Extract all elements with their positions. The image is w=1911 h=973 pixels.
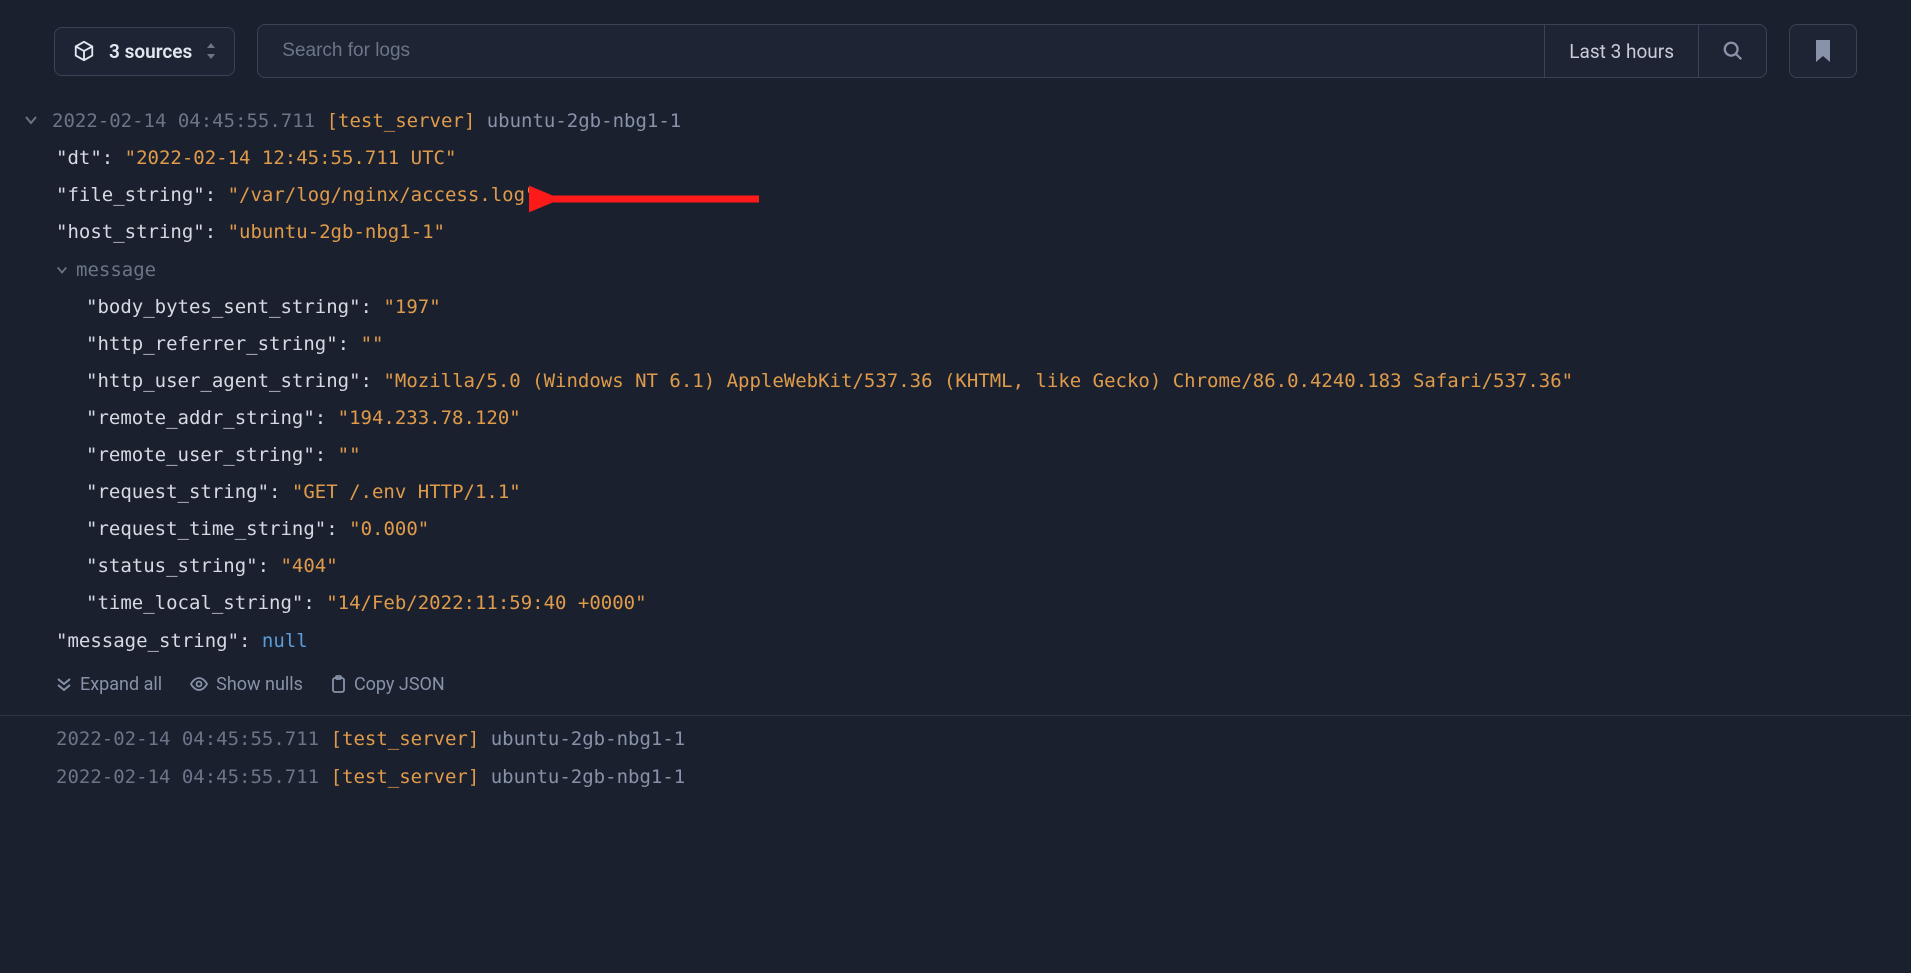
top-bar: 3 sources Last 3 hours xyxy=(0,0,1911,102)
bookmark-button[interactable] xyxy=(1789,24,1857,78)
field-remote-user[interactable]: "remote_user_string": "" xyxy=(86,437,1911,474)
field-status[interactable]: "status_string": "404" xyxy=(86,548,1911,585)
log-host: ubuntu-2gb-nbg1-1 xyxy=(491,728,685,750)
search-bar: Last 3 hours xyxy=(257,24,1767,78)
log-summary: 2022-02-14 04:45:55.711 [test_server] ub… xyxy=(56,724,685,754)
field-body-bytes[interactable]: "body_bytes_sent_string": "197" xyxy=(86,289,1911,326)
chevron-updown-icon xyxy=(206,43,216,59)
log-source: [test_server] xyxy=(331,766,480,788)
collapse-toggle[interactable] xyxy=(20,109,42,131)
log-host: ubuntu-2gb-nbg1-1 xyxy=(491,766,685,788)
log-source: [test_server] xyxy=(327,110,476,132)
message-toggle[interactable]: message xyxy=(56,252,156,289)
divider xyxy=(0,715,1911,716)
search-icon xyxy=(1722,40,1744,62)
expand-all-button[interactable]: Expand all xyxy=(56,674,162,695)
field-referrer[interactable]: "http_referrer_string": "" xyxy=(86,326,1911,363)
field-request-time[interactable]: "request_time_string": "0.000" xyxy=(86,511,1911,548)
field-user-agent[interactable]: "http_user_agent_string": "Mozilla/5.0 (… xyxy=(86,363,1911,400)
chevron-down-icon xyxy=(24,113,38,127)
field-time-local[interactable]: "time_local_string": "14/Feb/2022:11:59:… xyxy=(86,585,1911,622)
sources-selector[interactable]: 3 sources xyxy=(54,27,235,76)
time-range-selector[interactable]: Last 3 hours xyxy=(1544,25,1698,77)
eye-icon xyxy=(190,677,208,691)
field-remote-addr[interactable]: "remote_addr_string": "194.233.78.120" xyxy=(86,400,1911,437)
log-timestamp: 2022-02-14 04:45:55.711 xyxy=(56,766,319,788)
double-chevron-down-icon xyxy=(56,676,72,692)
log-row[interactable]: 2022-02-14 04:45:55.711 [test_server] ub… xyxy=(0,720,1911,758)
log-timestamp: 2022-02-14 04:45:55.711 xyxy=(52,110,315,132)
log-timestamp: 2022-02-14 04:45:55.711 xyxy=(56,728,319,750)
clipboard-icon xyxy=(331,675,346,693)
field-file-string[interactable]: "file_string": "/var/log/nginx/access.lo… xyxy=(56,177,1911,214)
search-input[interactable] xyxy=(258,40,1544,62)
message-nested: "body_bytes_sent_string": "197" "http_re… xyxy=(56,289,1911,622)
log-actions: Expand all Show nulls Copy JSON xyxy=(0,660,1911,709)
expanded-fields: "dt": "2022-02-14 12:45:55.711 UTC" "fil… xyxy=(0,140,1911,659)
log-source: [test_server] xyxy=(331,728,480,750)
bookmark-icon xyxy=(1814,40,1832,62)
field-message-group: message xyxy=(56,252,1911,290)
log-summary: 2022-02-14 04:45:55.711 [test_server] ub… xyxy=(56,762,685,792)
search-button[interactable] xyxy=(1698,25,1766,77)
copy-json-button[interactable]: Copy JSON xyxy=(331,674,445,695)
log-summary[interactable]: 2022-02-14 04:45:55.711 [test_server] ub… xyxy=(52,106,681,136)
log-row[interactable]: 2022-02-14 04:45:55.711 [test_server] ub… xyxy=(0,758,1911,796)
log-row-expanded-header: 2022-02-14 04:45:55.711 [test_server] ub… xyxy=(0,102,1911,140)
field-dt[interactable]: "dt": "2022-02-14 12:45:55.711 UTC" xyxy=(56,140,1911,177)
chevron-down-icon xyxy=(56,264,68,276)
logs-area: 2022-02-14 04:45:55.711 [test_server] ub… xyxy=(0,102,1911,796)
field-message-string[interactable]: "message_string": null xyxy=(56,623,1911,660)
log-host: ubuntu-2gb-nbg1-1 xyxy=(487,110,681,132)
cube-icon xyxy=(73,40,95,62)
field-request[interactable]: "request_string": "GET /.env HTTP/1.1" xyxy=(86,474,1911,511)
show-nulls-button[interactable]: Show nulls xyxy=(190,674,303,695)
field-host-string[interactable]: "host_string": "ubuntu-2gb-nbg1-1" xyxy=(56,214,1911,251)
sources-label: 3 sources xyxy=(109,40,192,63)
